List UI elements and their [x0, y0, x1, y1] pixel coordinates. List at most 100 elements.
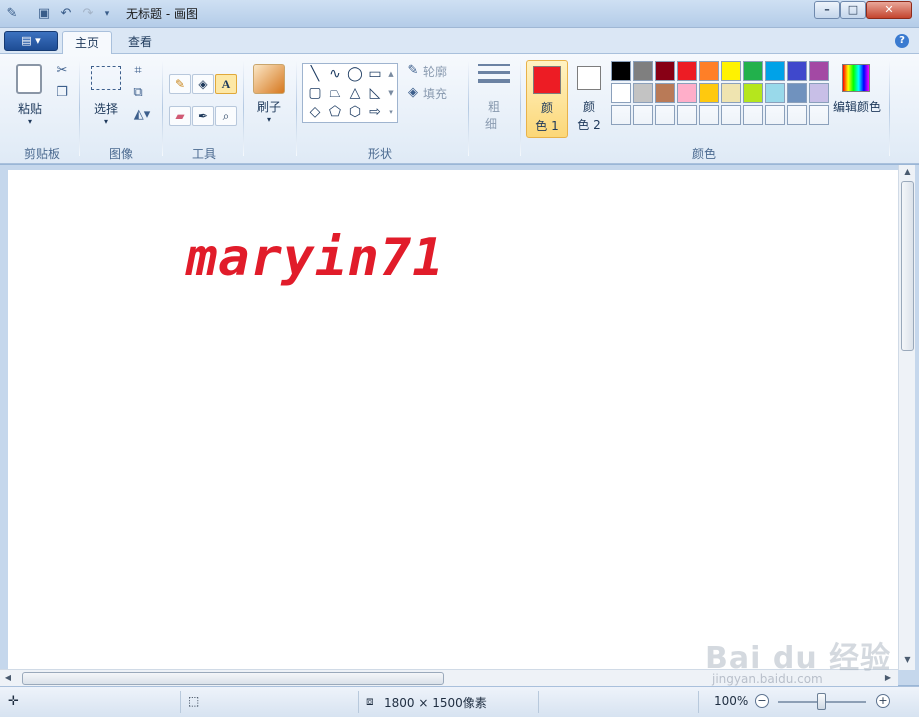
status-bar: ✛ ⬚ ⧈ 1800 × 1500像素 100% − +	[0, 686, 919, 717]
scroll-down-icon[interactable]: ▼	[899, 655, 916, 664]
undo-icon[interactable]: ↶	[58, 5, 74, 23]
help-icon[interactable]: ?	[895, 34, 909, 48]
edit-colors-button[interactable]: 编辑颜色	[830, 98, 884, 115]
select-button[interactable]: 选择 ▾	[88, 62, 124, 138]
palette-color-swatch[interactable]	[809, 83, 829, 103]
zoom-in-icon[interactable]: +	[876, 694, 890, 708]
customize-toolbar-icon[interactable]: ▾	[100, 5, 114, 23]
line-shape-icon[interactable]: ╲	[305, 65, 325, 83]
scroll-left-icon[interactable]: ◀	[2, 673, 14, 682]
palette-color-swatch[interactable]	[699, 105, 719, 125]
palette-color-swatch[interactable]	[765, 83, 785, 103]
palette-color-swatch[interactable]	[721, 61, 741, 81]
text-tool-icon[interactable]: A	[215, 74, 237, 94]
palette-color-swatch[interactable]	[787, 105, 807, 125]
palette-color-swatch[interactable]	[743, 105, 763, 125]
diamond-shape-icon[interactable]: ◇	[305, 103, 325, 121]
maximize-button[interactable]: □	[840, 1, 866, 19]
vertical-scrollbar[interactable]: ▲ ▼	[898, 165, 915, 670]
paste-button[interactable]: 粘贴 ▾	[12, 62, 48, 138]
color-2-label-top[interactable]: 颜	[573, 98, 605, 115]
gallery-scroll-down-icon[interactable]: ▼	[385, 84, 397, 102]
palette-color-swatch[interactable]	[633, 105, 653, 125]
pentagon-shape-icon[interactable]: ⬠	[325, 103, 345, 121]
edit-colors-icon[interactable]	[842, 64, 870, 92]
palette-color-swatch[interactable]	[633, 61, 653, 81]
arrow-shape-icon[interactable]: ⇨	[365, 103, 385, 121]
oval-shape-icon[interactable]: ◯	[345, 65, 365, 83]
shapes-group-label: 形状	[367, 147, 392, 161]
palette-color-swatch[interactable]	[677, 105, 697, 125]
canvas-text[interactable]: maryin71	[186, 228, 444, 288]
shape-outline-button[interactable]: 轮廓	[423, 63, 463, 80]
palette-color-swatch[interactable]	[765, 105, 785, 125]
crop-icon[interactable]: ⌗	[130, 62, 146, 80]
palette-color-swatch[interactable]	[611, 105, 631, 125]
rectangle-shape-icon[interactable]: ▭	[365, 65, 385, 83]
paint-app-icon[interactable]: ✎	[4, 5, 20, 23]
palette-color-swatch[interactable]	[677, 83, 697, 103]
size-button[interactable]: 粗 细	[476, 62, 512, 132]
outline-icon[interactable]: ✎	[404, 62, 422, 80]
gallery-scroll-up-icon[interactable]: ▲	[385, 65, 397, 83]
pencil-icon[interactable]: ✎	[169, 74, 191, 94]
minimize-button[interactable]: –	[814, 1, 840, 19]
palette-color-swatch[interactable]	[809, 61, 829, 81]
palette-color-swatch[interactable]	[765, 61, 785, 81]
canvas-size-text: 1800 × 1500像素	[384, 696, 487, 710]
clipboard-icon	[16, 64, 42, 94]
right-triangle-shape-icon[interactable]: ◺	[365, 84, 385, 102]
copy-icon[interactable]: ❐	[54, 84, 70, 102]
rotate-icon[interactable]: ◭▾	[130, 106, 154, 124]
palette-color-swatch[interactable]	[787, 83, 807, 103]
eraser-icon[interactable]: ▰	[169, 106, 191, 126]
image-group-label: 图像	[108, 147, 133, 161]
fill-icon[interactable]: ◈	[404, 84, 422, 102]
hexagon-shape-icon[interactable]: ⬡	[345, 103, 365, 121]
group-divider	[468, 60, 469, 156]
color-1-button[interactable]: 颜 色 1	[526, 60, 568, 138]
color-2-swatch[interactable]	[577, 66, 601, 90]
color-2-label-bottom[interactable]: 色 2	[573, 116, 605, 133]
selection-icon	[91, 66, 121, 90]
scroll-up-icon[interactable]: ▲	[899, 167, 916, 176]
palette-color-swatch[interactable]	[655, 61, 675, 81]
close-button[interactable]: ✕	[866, 1, 912, 19]
vertical-scroll-thumb[interactable]	[901, 181, 914, 351]
magnifier-icon[interactable]: ⌕	[215, 106, 237, 126]
zoom-slider-thumb[interactable]	[817, 693, 826, 710]
palette-color-swatch[interactable]	[743, 83, 763, 103]
palette-color-swatch[interactable]	[743, 61, 763, 81]
drawing-canvas[interactable]	[8, 170, 898, 670]
redo-icon[interactable]: ↷	[80, 5, 96, 23]
fill-bucket-icon[interactable]: ◈	[192, 74, 214, 94]
palette-color-swatch[interactable]	[721, 83, 741, 103]
triangle-shape-icon[interactable]: △	[345, 84, 365, 102]
gallery-expand-icon[interactable]: ▾	[385, 103, 397, 121]
rounded-rectangle-shape-icon[interactable]: ▢	[305, 84, 325, 102]
palette-color-swatch[interactable]	[809, 105, 829, 125]
palette-color-swatch[interactable]	[611, 61, 631, 81]
tab-home[interactable]: 主页	[62, 31, 112, 54]
palette-color-swatch[interactable]	[611, 83, 631, 103]
horizontal-scroll-thumb[interactable]	[22, 672, 444, 685]
polygon-shape-icon[interactable]: ⏢	[325, 84, 345, 102]
palette-color-swatch[interactable]	[677, 61, 697, 81]
resize-icon[interactable]: ⧉	[130, 84, 146, 102]
palette-color-swatch[interactable]	[787, 61, 807, 81]
palette-color-swatch[interactable]	[655, 83, 675, 103]
cut-icon[interactable]: ✂	[54, 62, 70, 80]
zoom-out-icon[interactable]: −	[755, 694, 769, 708]
app-menu-button[interactable]: ▤ ▾	[4, 31, 58, 51]
palette-color-swatch[interactable]	[699, 83, 719, 103]
palette-color-swatch[interactable]	[721, 105, 741, 125]
palette-color-swatch[interactable]	[633, 83, 653, 103]
tab-view[interactable]: 查看	[118, 31, 162, 54]
save-icon[interactable]: ▣	[36, 5, 52, 23]
shape-fill-button[interactable]: 填充	[423, 85, 463, 102]
color-picker-icon[interactable]: ✒	[192, 106, 214, 126]
curve-shape-icon[interactable]: ∿	[325, 65, 345, 83]
palette-color-swatch[interactable]	[699, 61, 719, 81]
brushes-button[interactable]: 刷子 ▾	[250, 62, 288, 138]
palette-color-swatch[interactable]	[655, 105, 675, 125]
